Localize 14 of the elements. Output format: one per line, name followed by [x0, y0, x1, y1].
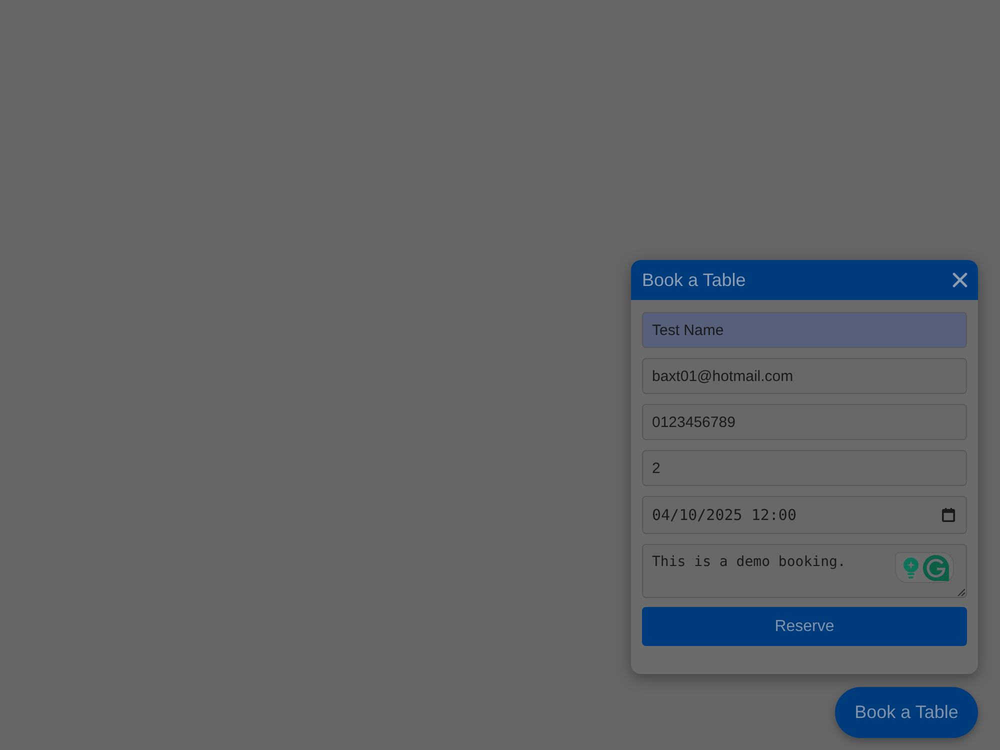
- dialog-title: Book a Table: [642, 271, 746, 289]
- book-table-button[interactable]: Book a Table: [835, 687, 978, 738]
- text-field[interactable]: Test Name: [642, 312, 967, 348]
- reserve-button[interactable]: Reserve: [642, 607, 967, 646]
- message-field[interactable]: This is a demo booking.: [642, 544, 967, 598]
- writing-assistant-widget[interactable]: [895, 552, 954, 583]
- text-field[interactable]: baxt01@hotmail.com: [642, 358, 967, 394]
- resize-handle-icon[interactable]: [957, 588, 965, 596]
- text-field[interactable]: 2: [642, 450, 967, 486]
- text-field[interactable]: 0123456789: [642, 404, 967, 440]
- datetime-field[interactable]: 04/10/2025 12:00: [642, 496, 967, 534]
- circle-logo-icon[interactable]: [923, 554, 949, 580]
- close-icon[interactable]: [952, 272, 968, 288]
- calendar-icon[interactable]: [942, 508, 955, 522]
